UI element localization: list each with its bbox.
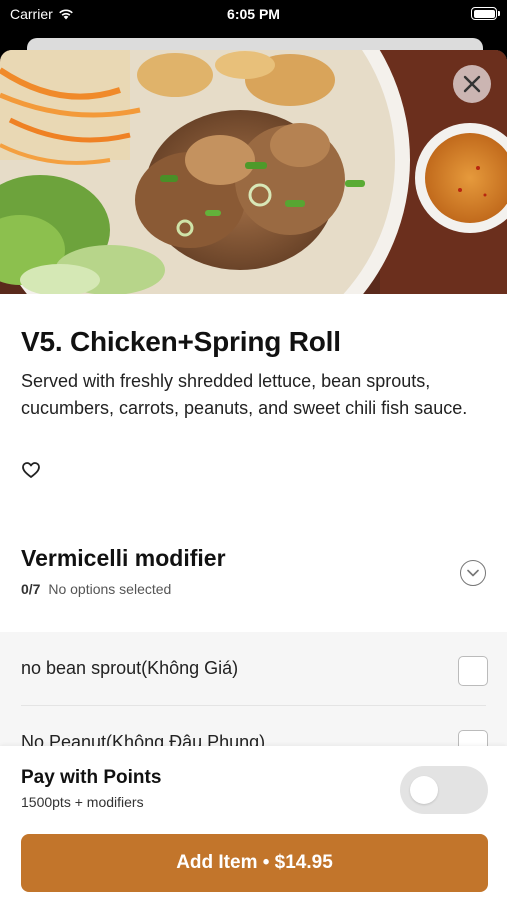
chevron-down-icon (467, 569, 479, 577)
expand-modifier-button[interactable] (460, 560, 486, 586)
add-item-button[interactable]: Add Item • $14.95 (21, 834, 488, 892)
modifier-status: 0/7 No options selected (21, 581, 171, 597)
modifier-option[interactable]: no bean sprout(Không Giá) (0, 632, 507, 706)
item-photo (0, 50, 507, 294)
modifier-title: Vermicelli modifier (21, 545, 226, 571)
option-checkbox[interactable] (458, 656, 488, 686)
pay-with-points-subtitle: 1500pts + modifiers (21, 794, 144, 810)
heart-outline-icon[interactable] (21, 460, 41, 480)
checkout-footer: Pay with Points 1500pts + modifiers Add … (0, 746, 507, 900)
close-icon (463, 75, 481, 93)
food-illustration (0, 50, 507, 294)
item-description: Served with freshly shredded lettuce, be… (21, 371, 468, 418)
close-button[interactable] (453, 65, 491, 103)
battery-icon (471, 7, 500, 20)
item-title: V5. Chicken+Spring Roll (21, 326, 341, 357)
status-time: 6:05 PM (227, 6, 280, 22)
pay-with-points-title: Pay with Points (21, 767, 162, 788)
modifier-options-list: no bean sprout(Không Giá) No Peanut(Khôn… (0, 632, 507, 752)
modifier-count: 0/7 (21, 581, 41, 597)
toggle-knob (410, 776, 438, 804)
item-detail-modal: V5. Chicken+Spring Roll Served with fres… (0, 50, 507, 900)
option-label: no bean sprout(Không Giá) (21, 658, 239, 678)
modifier-status-text: No options selected (48, 581, 172, 597)
pay-with-points-toggle[interactable] (400, 766, 488, 814)
status-bar: Carrier 6:05 PM (0, 0, 507, 30)
